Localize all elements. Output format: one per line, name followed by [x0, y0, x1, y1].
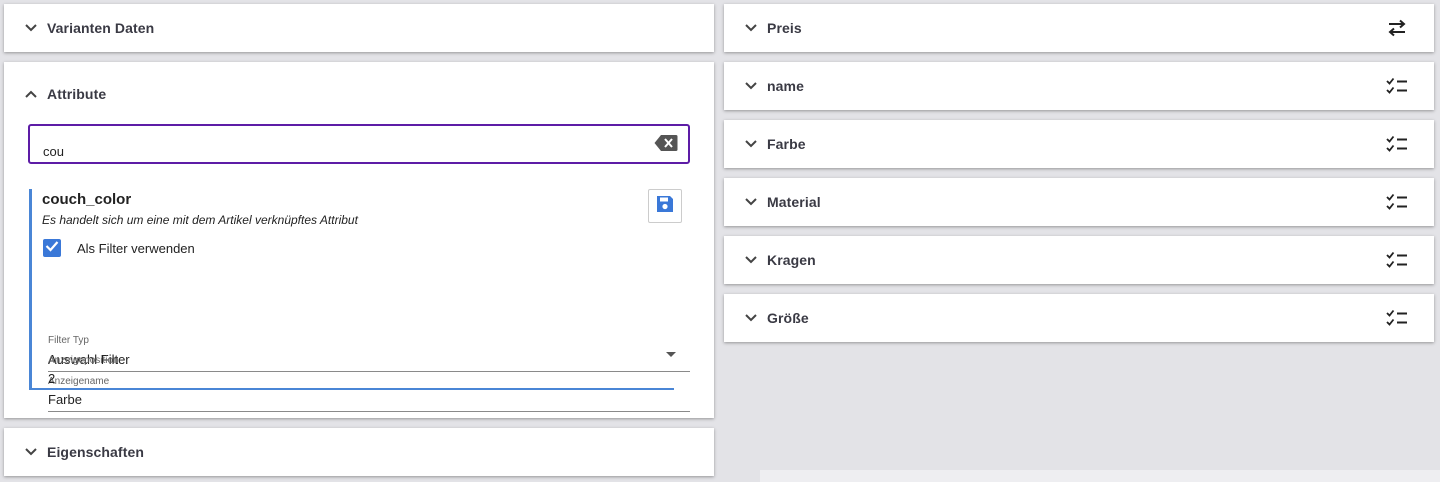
panel-title: Eigenschaften	[47, 444, 144, 460]
chevron-down-icon	[744, 311, 758, 325]
display-name-value[interactable]: Farbe	[48, 392, 82, 407]
panel-properties: Eigenschaften	[4, 428, 714, 476]
save-button[interactable]	[648, 189, 682, 223]
attribute-description: Es handelt sich um eine mit dem Artikel …	[42, 213, 358, 227]
attribute-name: couch_color	[42, 191, 132, 208]
chevron-down-icon	[744, 253, 758, 267]
chevron-down-icon	[24, 445, 38, 459]
panel-title: Preis	[767, 20, 802, 36]
panel-header-size[interactable]: Größe	[724, 294, 1434, 342]
panel-title: Kragen	[767, 252, 816, 268]
chevron-down-icon	[24, 21, 38, 35]
panel-title: Größe	[767, 310, 809, 326]
panel-header-price[interactable]: Preis	[724, 4, 1434, 52]
save-icon	[656, 195, 674, 218]
panel-header-properties[interactable]: Eigenschaften	[4, 428, 714, 476]
panel-collar: Kragen	[724, 236, 1434, 284]
checklist-icon[interactable]	[1386, 193, 1408, 211]
panel-color: Farbe	[724, 120, 1434, 168]
filter-type-label: Filter Typ	[48, 335, 89, 346]
checklist-icon[interactable]	[1386, 77, 1408, 95]
chevron-down-icon	[744, 195, 758, 209]
checklist-icon[interactable]	[1386, 135, 1408, 153]
attribute-search-input[interactable]: cou	[28, 124, 690, 164]
panel-material: Material	[724, 178, 1434, 226]
panel-header-variant-data[interactable]: Varianten Daten	[4, 4, 714, 52]
swap-horizontal-icon[interactable]	[1386, 19, 1408, 37]
panel-title: Varianten Daten	[47, 20, 155, 36]
backspace-clear-icon[interactable]	[654, 134, 678, 152]
checkmark-icon	[45, 239, 59, 257]
chevron-down-icon	[744, 79, 758, 93]
panel-size: Größe	[724, 294, 1434, 342]
panel-title: name	[767, 78, 804, 94]
use-as-filter-checkbox[interactable]	[43, 239, 61, 257]
chevron-up-icon	[24, 87, 38, 101]
checklist-icon[interactable]	[1386, 309, 1408, 327]
panel-header-collar[interactable]: Kragen	[724, 236, 1434, 284]
checklist-icon[interactable]	[1386, 251, 1408, 269]
panel-header-color[interactable]: Farbe	[724, 120, 1434, 168]
panel-header-name[interactable]: name	[724, 62, 1434, 110]
display-position-value[interactable]: 2	[48, 371, 55, 386]
panel-title: Attribute	[47, 86, 107, 102]
chevron-down-icon	[744, 137, 758, 151]
display-position-label: Anzeigeposition	[48, 355, 119, 366]
panel-price: Preis	[724, 4, 1434, 52]
display-position-field[interactable]: Anzeigeposition 2	[29, 352, 674, 390]
chevron-down-icon	[744, 21, 758, 35]
panel-title: Farbe	[767, 136, 806, 152]
panel-header-material[interactable]: Material	[724, 178, 1434, 226]
footer-strip	[760, 470, 1440, 482]
panel-header-attributes[interactable]: Attribute	[4, 70, 714, 118]
panel-title: Material	[767, 194, 821, 210]
search-input-value[interactable]: cou	[43, 144, 64, 159]
panel-name: name	[724, 62, 1434, 110]
panel-variant-data: Varianten Daten	[4, 4, 714, 52]
panel-attributes: Attribute cou couch_color Es handelt sic…	[4, 62, 714, 418]
use-as-filter-label[interactable]: Als Filter verwenden	[77, 241, 195, 256]
